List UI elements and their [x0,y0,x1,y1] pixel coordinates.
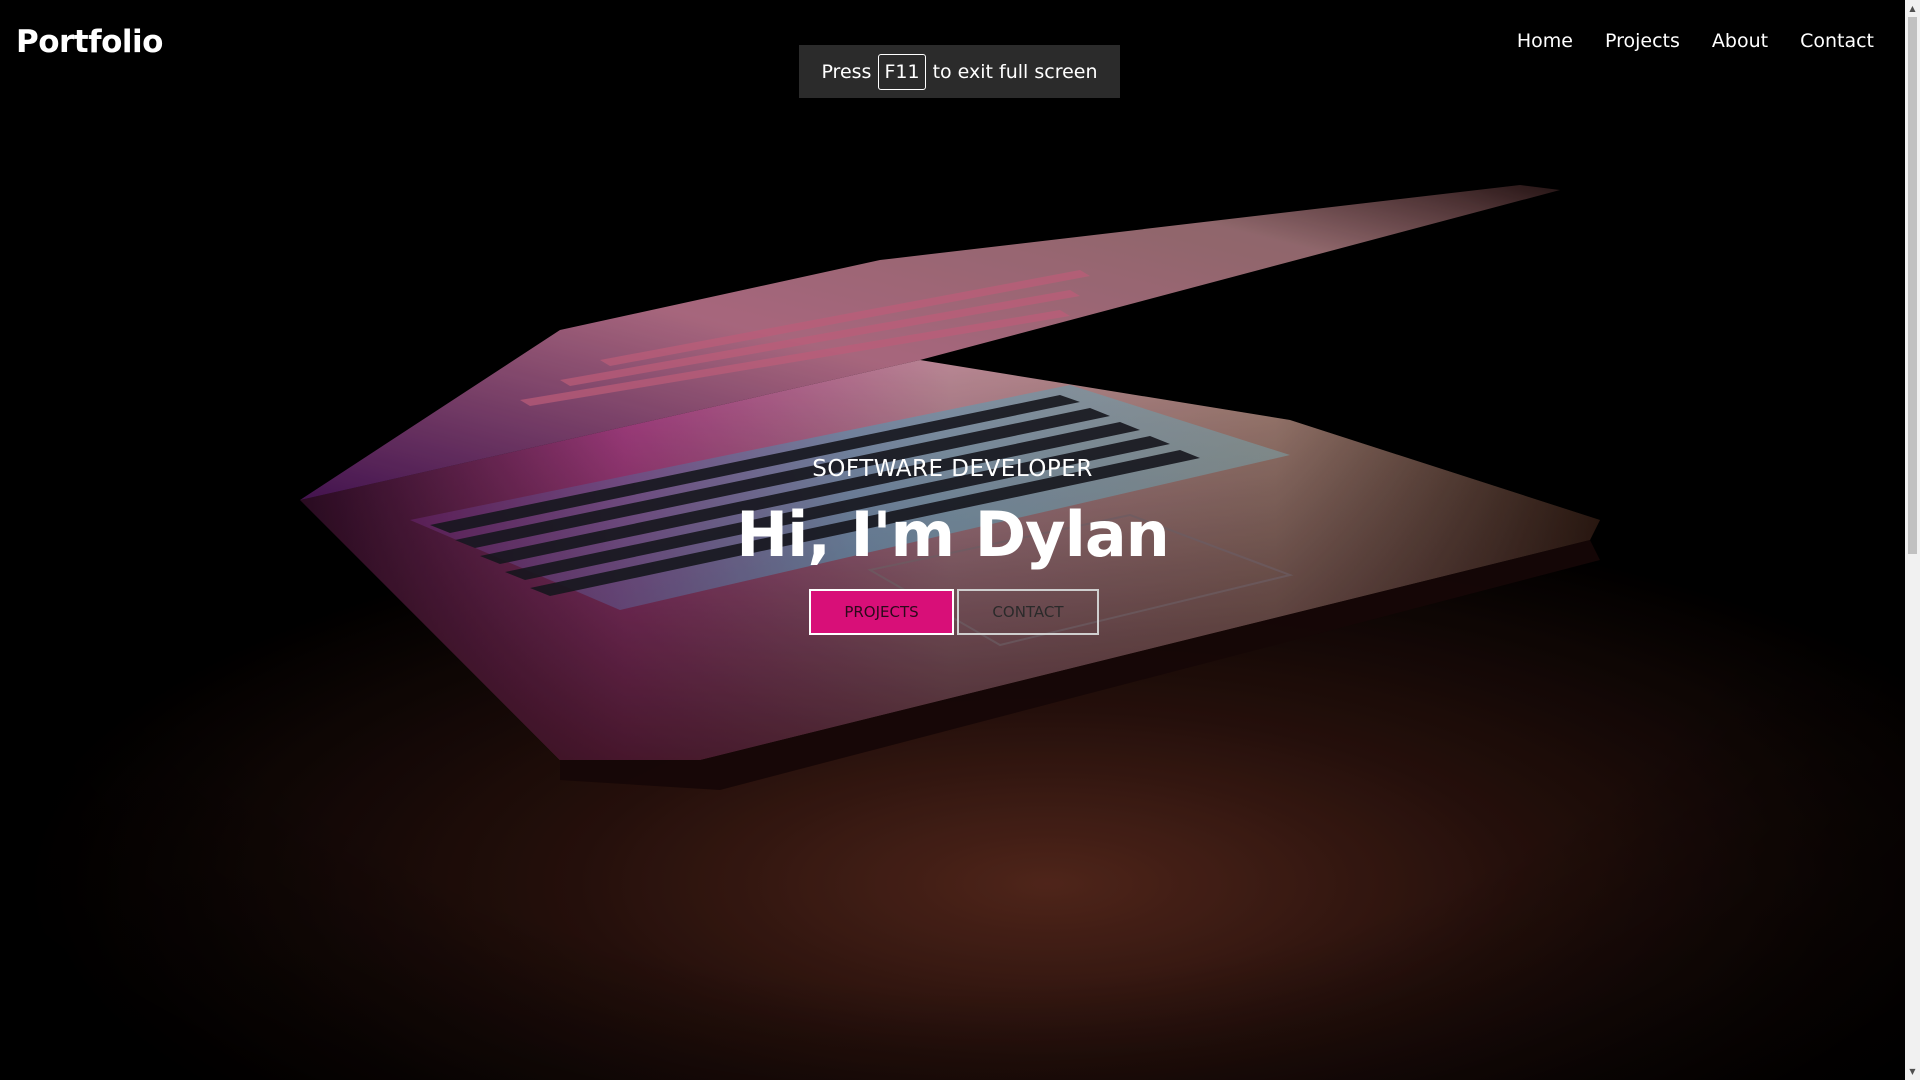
page-scrollbar[interactable]: ▲ ▼ [1905,0,1920,1080]
fullscreen-notice-suffix: to exit full screen [932,60,1098,83]
scroll-down-icon[interactable]: ▼ [1905,1063,1920,1080]
page: Portfolio Home Projects About Contact Pr… [0,0,1905,1080]
f11-key-label: F11 [878,53,926,90]
fullscreen-notice: Press F11 to exit full screen [799,45,1120,98]
scrollbar-thumb[interactable] [1908,17,1917,554]
nav-contact-link[interactable]: Contact [1800,30,1874,52]
nav-about-link[interactable]: About [1712,30,1768,52]
projects-button[interactable]: PROJECTS [809,589,954,635]
hero-subtitle: SOFTWARE DEVELOPER [812,456,1093,482]
fullscreen-notice-prefix: Press [821,60,872,83]
hero-buttons: PROJECTS CONTACT [809,589,1099,635]
scroll-up-icon[interactable]: ▲ [1905,0,1920,17]
nav-projects-link[interactable]: Projects [1605,30,1680,52]
main-nav: Home Projects About Contact [1517,30,1874,52]
brand-logo[interactable]: Portfolio [16,24,163,60]
nav-home-link[interactable]: Home [1517,30,1573,52]
hero-title: Hi, I'm Dylan [736,498,1170,571]
contact-button[interactable]: CONTACT [957,589,1099,635]
